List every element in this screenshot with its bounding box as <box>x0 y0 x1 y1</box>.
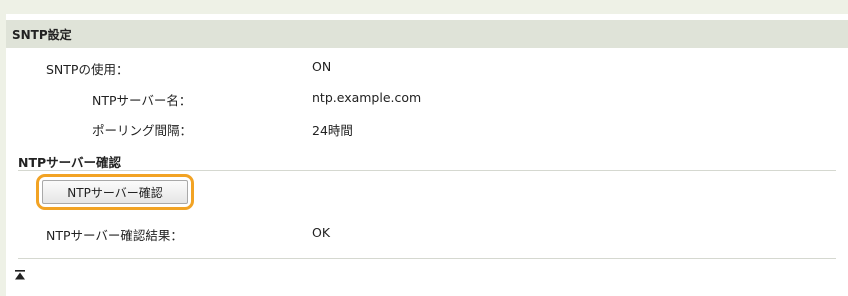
back-to-top-icon[interactable] <box>14 269 26 281</box>
sntp-use-value: ON <box>312 59 332 74</box>
polling-interval-label: ポーリング間隔： <box>92 123 193 138</box>
ntp-check-title: NTPサーバー確認 <box>18 155 122 170</box>
sntp-settings-panel: SNTP設定 SNTPの使用： ON NTPサーバー名： ntp.example… <box>6 14 848 296</box>
polling-interval-value: 24時間 <box>312 123 353 138</box>
ntp-check-result-label: NTPサーバー確認結果： <box>46 228 183 243</box>
divider <box>18 170 836 171</box>
ntp-check-result-value: OK <box>312 225 331 240</box>
section-title: SNTP設定 <box>12 28 72 42</box>
section-header: SNTP設定 <box>6 20 848 48</box>
ntp-server-name-label: NTPサーバー名： <box>92 93 192 108</box>
ntp-server-name-value: ntp.example.com <box>312 90 422 105</box>
divider <box>18 258 836 259</box>
sntp-use-label: SNTPの使用： <box>46 62 129 77</box>
ntp-server-check-button[interactable]: NTPサーバー確認 <box>42 180 188 204</box>
